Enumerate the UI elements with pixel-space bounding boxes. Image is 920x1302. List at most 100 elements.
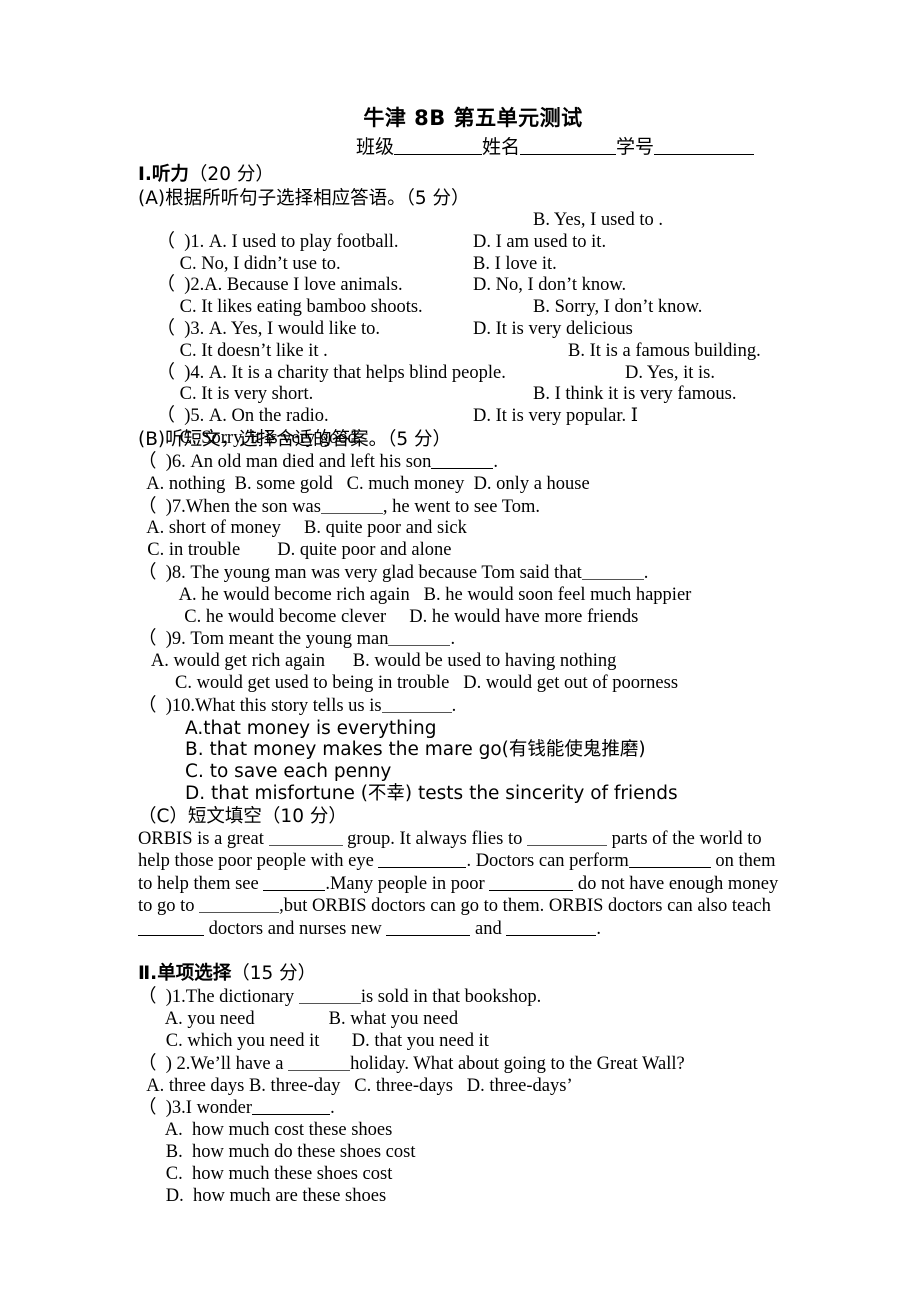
studentno-field-blank[interactable] — [654, 137, 755, 155]
question-10-blank[interactable] — [381, 695, 452, 713]
section-1a-heading: (A)根据所听句子选择相应答语。（5 分） — [138, 188, 470, 209]
question-7-options-cd[interactable]: C. in trouble D. quite poor and alone — [138, 540, 790, 562]
question-10-stem: （ )10.What this story tells us is. — [138, 695, 790, 718]
question-10-stem-before: （ )10.What this story tells us is — [138, 695, 382, 716]
name-field-label: 姓名 — [482, 136, 521, 158]
mc-question-2-blank[interactable] — [288, 1053, 351, 1071]
section-2-heading: Ⅱ.单项选择（15 分） — [138, 962, 790, 986]
mc-question-1-stem-after: is sold in that bookshop. — [360, 987, 542, 1008]
mc-question-3-stem-before: （ )3.I wonder — [138, 1098, 253, 1119]
cloze-blank-1[interactable] — [268, 828, 343, 846]
question-8-blank[interactable] — [581, 562, 644, 580]
cloze-text-8: doctors and nurses new — [204, 918, 387, 939]
question-10-option-c[interactable]: C. to save each penny — [138, 761, 790, 783]
cloze-blank-7[interactable] — [199, 895, 280, 914]
question-5-line-cd: C. Sorry, it is very good. D. It is very… — [138, 406, 790, 448]
question-9-options-cd[interactable]: C. would get used to being in trouble D.… — [138, 673, 790, 695]
question-7-stem: （ )7.When the son was , he went to see To… — [138, 496, 790, 519]
question-4-line-cd: C. It is very short. D. Yes, it is. — [138, 363, 790, 405]
mc-question-3-stem-after: . — [330, 1098, 335, 1119]
question-7-options-ab[interactable]: A. short of money B. quite poor and sick — [138, 518, 790, 540]
question-9-stem: （ )9. Tom meant the young man. — [138, 628, 790, 651]
question-3-option-d[interactable]: D. It is very delicious — [473, 319, 633, 341]
cloze-text-5: .Many people in poor — [325, 873, 490, 894]
mc-question-1-options-cd[interactable]: C. which you need it D. that you need it — [138, 1031, 790, 1053]
question-2-line-ab: （ )2.A. Because I love animals. B. I lov… — [138, 254, 790, 296]
student-id-line: 班级 姓名 学号 — [138, 134, 790, 160]
question-4-line-ab: （ )4. A. It is a charity that helps blin… — [138, 341, 790, 383]
question-5-option-d[interactable]: D. It is very popular. Ⅰ — [473, 406, 638, 428]
question-2-option-d[interactable]: D. No, I don’t know. — [473, 275, 626, 297]
question-5-option-c[interactable]: C. Sorry, it is very good. — [157, 428, 362, 448]
section-2-title: Ⅱ.单项选择 — [138, 963, 232, 985]
question-8-options-cd[interactable]: C. he would become clever D. he would ha… — [138, 607, 790, 629]
question-6-stem: （ )6. An old man died and left his son. — [138, 451, 790, 474]
cloze-blank-2[interactable] — [526, 828, 607, 846]
cloze-blank-5[interactable] — [263, 873, 326, 891]
question-1-option-b[interactable]: B. Yes, I used to . — [533, 210, 663, 232]
mc-question-2-stem-after: holiday. What about going to the Great W… — [350, 1053, 685, 1074]
class-field-blank[interactable] — [394, 137, 483, 155]
section-1-points: （20 分） — [188, 164, 274, 185]
section-1-title: Ⅰ.听力 — [138, 164, 189, 185]
question-9-blank[interactable] — [388, 628, 451, 647]
question-6-options[interactable]: A. nothing B. some gold C. much money D.… — [138, 474, 790, 496]
question-9-options-ab[interactable]: A. would get rich again B. would be used… — [138, 651, 790, 673]
cloze-blank-9[interactable] — [386, 918, 471, 936]
question-1-line-cd: C. No, I didn’t use to. D. I am used to … — [138, 232, 790, 274]
question-5-option-b[interactable]: B. I think it is very famous. — [533, 384, 736, 406]
exam-paper-page: 牛津 8B 第五单元测试 班级 姓名 学号 Ⅰ.听力（20 分） (A)根据所听句子… — [0, 0, 920, 1302]
page-title: 牛津 8B 第五单元测试 — [363, 106, 583, 130]
question-10-option-d[interactable]: D. that misfortune (不幸) tests the sincer… — [138, 783, 790, 805]
question-6-blank[interactable] — [431, 451, 494, 469]
question-2-line-cd: C. It likes eating bamboo shoots. D. No,… — [138, 275, 790, 317]
question-8-options-ab[interactable]: A. he would become rich again B. he woul… — [138, 585, 790, 607]
question-10-option-a[interactable]: A.that money is everything — [138, 718, 790, 740]
mc-question-2-stem-before: （ ) 2.We’ll have a — [138, 1053, 289, 1074]
question-4-option-d[interactable]: D. Yes, it is. — [625, 363, 715, 385]
section-1-heading: Ⅰ.听力（20 分） — [138, 163, 790, 187]
studentno-field-label: 学号 — [616, 136, 655, 158]
mc-question-1-blank[interactable] — [298, 986, 361, 1005]
cloze-text-10: . — [596, 918, 601, 939]
question-2-option-b[interactable]: B. I love it. — [473, 254, 557, 276]
question-10-stem-after: . — [451, 695, 457, 716]
mc-question-3-option-c[interactable]: C. how much these shoes cost — [138, 1164, 790, 1186]
question-9-stem-after: . — [450, 629, 456, 650]
question-7-stem-before: （ )7.When the son was — [138, 496, 321, 517]
mc-question-1-stem: （ )1.The dictionary is sold in that book… — [138, 986, 790, 1009]
section-2-points: （15 分） — [231, 963, 317, 985]
mc-question-3-blank[interactable] — [252, 1097, 331, 1116]
mc-question-2-options[interactable]: A. three days B. three-day C. three-days… — [138, 1076, 790, 1098]
mc-question-1-options-ab[interactable]: A. you need B. what you need — [138, 1009, 790, 1031]
cloze-blank-6[interactable] — [489, 873, 574, 891]
question-5-line-ab: （ )5. A. On the radio. B. I think it is … — [138, 384, 790, 426]
class-field-label: 班级 — [356, 136, 395, 158]
mc-question-2-stem: （ ) 2.We’ll have a holiday. What about g… — [138, 1053, 790, 1076]
question-7-blank[interactable] — [320, 496, 383, 514]
mc-question-1-stem-before: （ )1.The dictionary — [138, 987, 299, 1008]
question-3-line-cd: C. It doesn’t like it . D. It is very de… — [138, 319, 790, 361]
question-10-option-b[interactable]: B. that money makes the mare go(有钱能使鬼推磨) — [138, 739, 790, 761]
cloze-text-1: group. It always flies to — [342, 828, 527, 849]
question-3-line-ab: （ )3. A. Yes, I would like to. B. Sorry,… — [138, 297, 790, 339]
question-7-stem-after: , he went to see Tom. — [382, 496, 541, 517]
question-1-line-ab: （ )1. A. I used to play football. B. Yes… — [138, 210, 790, 252]
question-4-option-b[interactable]: B. It is a famous building. — [568, 341, 761, 363]
name-field-blank[interactable] — [520, 137, 617, 155]
question-9-stem-before: （ )9. Tom meant the young man — [138, 629, 389, 650]
question-1-option-d[interactable]: D. I am used to it. — [473, 232, 606, 254]
mc-question-3-stem: （ )3.I wonder. — [138, 1097, 790, 1120]
mc-question-3-option-a[interactable]: A. how much cost these shoes — [138, 1120, 790, 1142]
section-1c-heading: （C）短文填空（10 分） — [138, 805, 347, 827]
cloze-blank-8[interactable] — [138, 918, 204, 936]
cloze-blank-3[interactable] — [378, 850, 467, 869]
mc-question-3-option-b[interactable]: B. how much do these shoes cost — [138, 1142, 790, 1164]
question-8-stem: （ )8. The young man was very glad becaus… — [138, 562, 790, 585]
question-8-stem-after: . — [643, 563, 649, 583]
question-3-option-b[interactable]: B. Sorry, I don’t know. — [533, 297, 702, 319]
cloze-text-0: ORBIS is a great — [138, 828, 269, 849]
cloze-blank-4[interactable] — [628, 850, 711, 869]
cloze-blank-10[interactable] — [506, 918, 597, 936]
mc-question-3-option-d[interactable]: D. how much are these shoes — [138, 1186, 790, 1208]
